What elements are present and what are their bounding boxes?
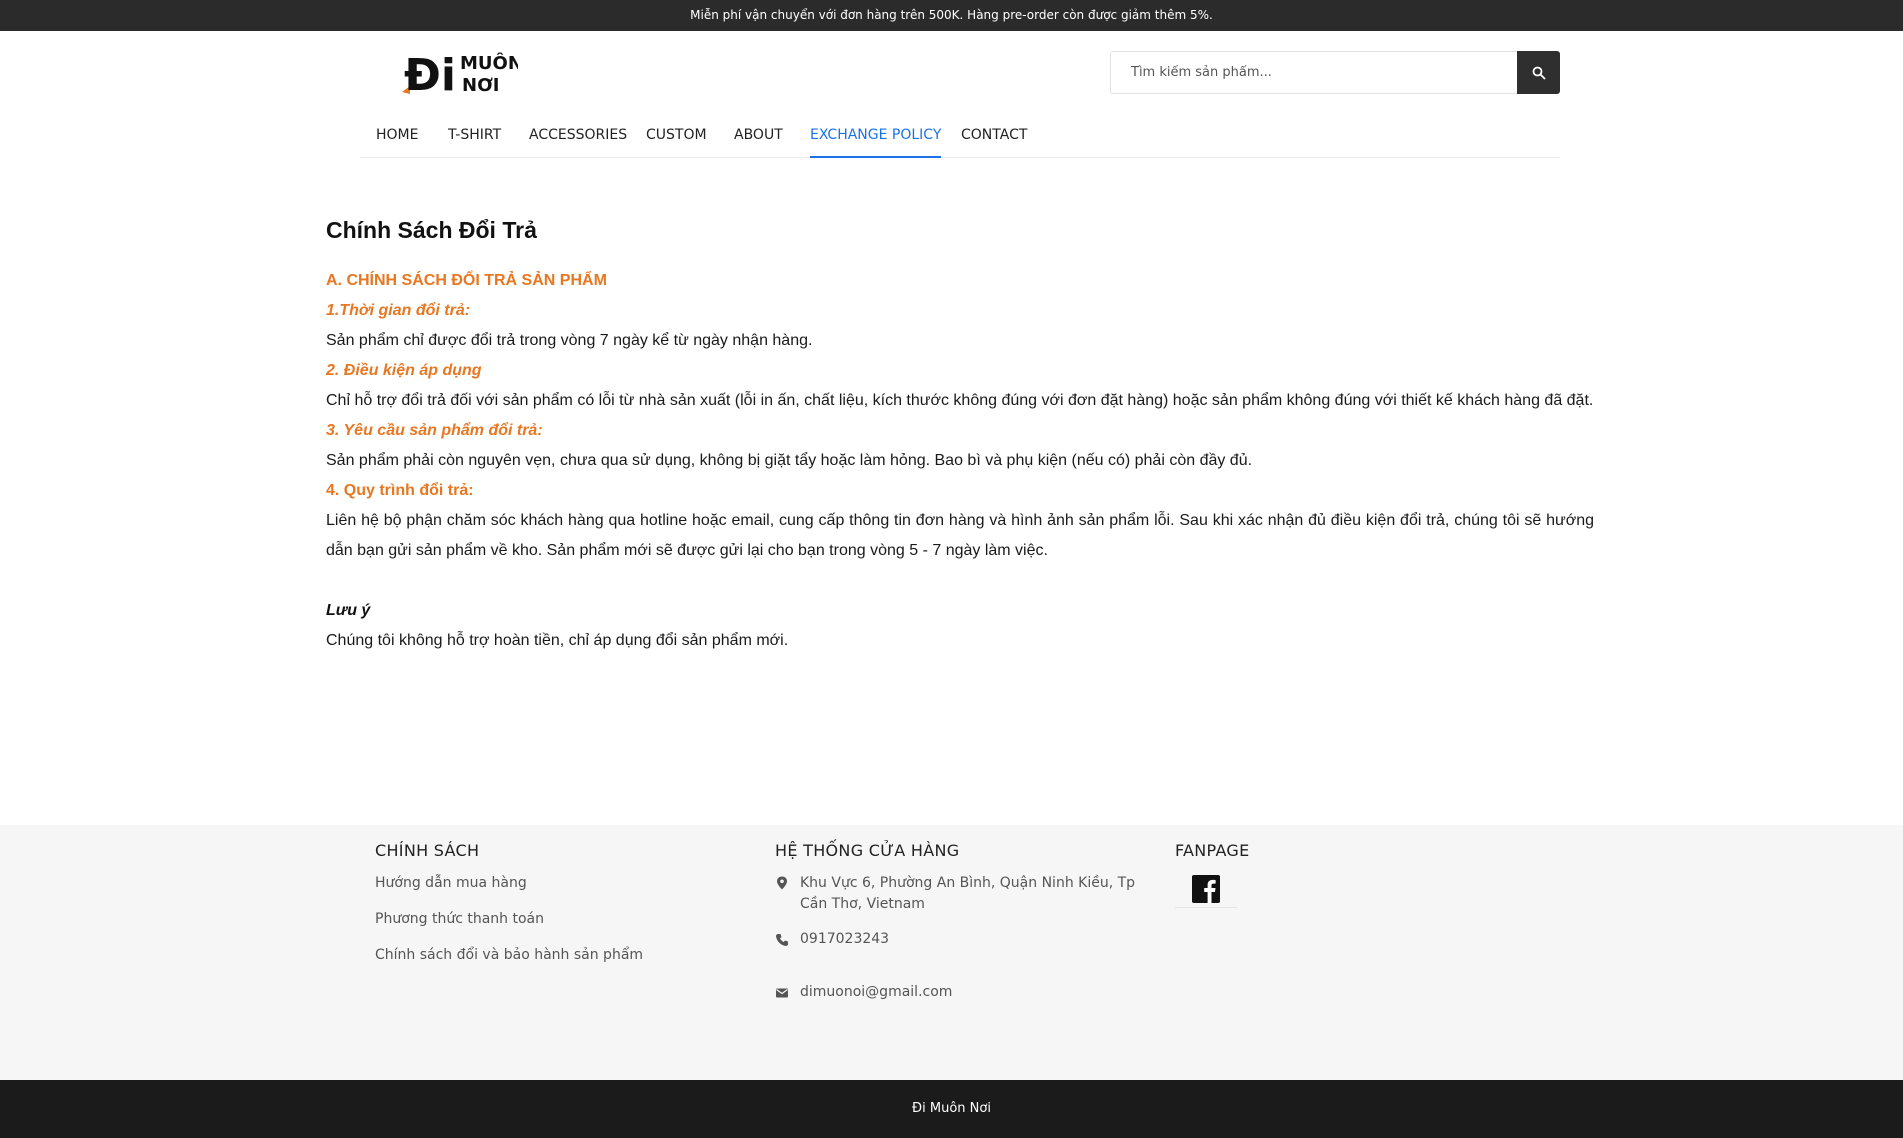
store-address: Khu Vực 6, Phường An Bình, Quận Ninh Kiề… [775, 873, 1155, 917]
page-title: Chính Sách Đổi Trả [326, 217, 537, 243]
nav-item-t-shirt[interactable]: T-SHIRT [448, 118, 501, 158]
store-phone: 0917023243 [775, 929, 1155, 951]
search-input[interactable] [1110, 51, 1517, 94]
paragraph-process: Liên hệ bộ phận chăm sóc khách hàng qua … [326, 512, 1594, 559]
nav-item-custom[interactable]: CUSTOM [646, 118, 707, 158]
facebook-icon [1192, 874, 1220, 903]
logo-text-noi: NƠI [462, 75, 500, 96]
main-nav: HOME T-SHIRT ACCESSORIES CUSTOM ABOUT EX… [360, 118, 1560, 158]
footer: CHÍNH SÁCH Hướng dẫn mua hàng Phương thứ… [0, 825, 1903, 1080]
section-heading: A. CHÍNH SÁCH ĐỔI TRẢ SẢN PHẨM [326, 272, 607, 289]
subheading-process: 4. Quy trình đổi trả: [326, 482, 474, 499]
location-pin-icon [777, 876, 787, 890]
logo-text-muon: MUÔN [460, 52, 518, 74]
note-text: Chúng tôi không hỗ trợ hoàn tiền, chỉ áp… [326, 632, 789, 649]
footer-heading-stores: HỆ THỐNG CỬA HÀNG [775, 841, 960, 860]
copyright-text: Đi Muôn Nơi [912, 1101, 991, 1116]
subheading-conditions: 2. Điều kiện áp dụng [326, 362, 482, 379]
footer-heading-policy: CHÍNH SÁCH [375, 841, 480, 860]
search-button[interactable] [1517, 51, 1560, 94]
email-link[interactable]: dimuonoi@gmail.com [800, 982, 1150, 1003]
search-icon [1532, 66, 1546, 80]
announcement-text: Miễn phí vận chuyển với đơn hàng trên 50… [690, 8, 1213, 22]
address-text: Khu Vực 6, Phường An Bình, Quận Ninh Kiề… [800, 875, 1136, 912]
nav-item-contact[interactable]: CONTACT [961, 118, 1027, 158]
paragraph-requirements: Sản phẩm phải còn nguyên vẹn, chưa qua s… [326, 452, 1253, 469]
nav-item-home[interactable]: HOME [376, 118, 418, 158]
phone-icon [776, 934, 788, 946]
phone-link[interactable]: 0917023243 [800, 929, 1150, 950]
facebook-fanpage-link[interactable] [1175, 870, 1237, 908]
paragraph-conditions: Chỉ hỗ trợ đổi trả đối với sản phẩm có l… [326, 392, 1594, 409]
footer-link-exchange-warranty[interactable]: Chính sách đổi và bảo hành sản phẩm [375, 947, 643, 963]
copyright-bar: Đi Muôn Nơi [0, 1080, 1903, 1138]
footer-heading-fanpage: FANPAGE [1175, 841, 1250, 860]
footer-link-shopping-guide[interactable]: Hướng dẫn mua hàng [375, 875, 527, 891]
subheading-requirements: 3. Yêu cầu sản phẩm đổi trả: [326, 422, 543, 439]
subheading-return-time: 1.Thời gian đổi trả: [326, 302, 471, 319]
note-heading: Lưu ý [326, 602, 371, 619]
store-email: dimuonoi@gmail.com [775, 982, 1155, 1004]
search-box [1110, 51, 1560, 94]
mail-icon [776, 988, 788, 998]
policy-content: A. CHÍNH SÁCH ĐỔI TRẢ SẢN PHẨM 1.Thời gi… [326, 266, 1594, 656]
announcement-bar: Miễn phí vận chuyển với đơn hàng trên 50… [0, 0, 1903, 31]
nav-item-accessories[interactable]: ACCESSORIES [529, 118, 627, 158]
nav-item-about[interactable]: ABOUT [734, 118, 783, 158]
footer-link-payment-methods[interactable]: Phương thức thanh toán [375, 911, 544, 927]
nav-item-exchange-policy[interactable]: EXCHANGE POLICY [810, 118, 942, 158]
paragraph-return-time: Sản phẩm chỉ được đổi trả trong vòng 7 n… [326, 332, 813, 349]
logo-text-di: Đi [404, 50, 456, 98]
site-logo[interactable]: Đi MUÔN NƠI [400, 42, 523, 101]
